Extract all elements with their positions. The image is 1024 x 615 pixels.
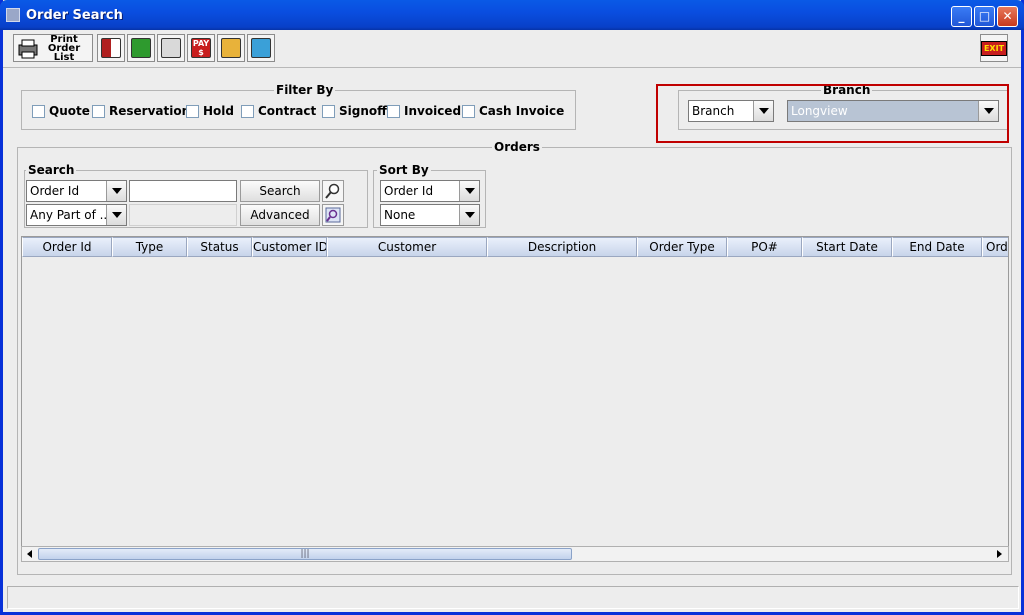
window-title: Order Search xyxy=(26,8,123,23)
column-header-po[interactable]: PO# xyxy=(727,237,802,257)
branch-highlight-box xyxy=(656,84,1009,143)
column-header-type[interactable]: Type xyxy=(112,237,187,257)
search-input[interactable] xyxy=(129,180,237,202)
column-header-description[interactable]: Description xyxy=(487,237,637,257)
maximize-button[interactable]: □ xyxy=(974,6,995,27)
chevron-down-icon[interactable] xyxy=(459,181,479,201)
column-header-status[interactable]: Status xyxy=(187,237,252,257)
main-content: Print Order List PAY $ EXIT Filter By Qu… xyxy=(3,30,1021,612)
order-search-window: Order Search _ □ ✕ Print Order List PAY … xyxy=(0,0,1024,615)
search-button[interactable]: Search xyxy=(240,180,320,202)
sort-secondary-select[interactable]: None xyxy=(380,204,480,226)
card-button[interactable] xyxy=(217,34,245,62)
toolbar: Print Order List PAY $ EXIT xyxy=(3,30,1021,68)
filter-invoiced-checkbox[interactable]: Invoiced xyxy=(387,104,461,118)
chevron-down-icon[interactable] xyxy=(106,205,126,225)
filter-cash-invoice-checkbox[interactable]: Cash Invoice xyxy=(462,104,564,118)
search-group: Search Order Id Any Part of ... Search A… xyxy=(24,163,368,228)
filter-quote-checkbox[interactable]: Quote xyxy=(32,104,90,118)
advanced-search-button[interactable] xyxy=(322,204,344,226)
title-bar[interactable]: Order Search _ □ ✕ xyxy=(0,0,1024,30)
arrow-right-icon xyxy=(997,550,1002,558)
refresh-icon xyxy=(251,38,271,58)
print-order-list-button[interactable]: Print Order List xyxy=(13,34,93,62)
close-button[interactable]: ✕ xyxy=(997,6,1018,27)
arrow-left-icon xyxy=(27,550,32,558)
scroll-left-button[interactable] xyxy=(23,547,37,561)
truck-button[interactable] xyxy=(97,34,125,62)
filter-reservation-checkbox[interactable]: Reservation xyxy=(92,104,190,118)
horizontal-scrollbar[interactable]: ||| xyxy=(21,546,1009,562)
checklist-icon xyxy=(131,38,151,58)
card-icon xyxy=(221,38,241,58)
filter-hold-checkbox[interactable]: Hold xyxy=(186,104,234,118)
table-header: Order Id Type Status Customer ID Custome… xyxy=(22,237,1008,257)
advanced-button[interactable]: Advanced xyxy=(240,204,320,226)
sort-by-group: Sort By Order Id None xyxy=(373,163,486,228)
search-field-select[interactable]: Order Id xyxy=(26,180,127,202)
exit-button[interactable]: EXIT xyxy=(980,34,1008,62)
chevron-down-icon[interactable] xyxy=(106,181,126,201)
column-header-customer-id[interactable]: Customer ID xyxy=(252,237,327,257)
filter-by-title: Filter By xyxy=(274,83,336,97)
column-header-customer[interactable]: Customer xyxy=(327,237,487,257)
column-header-start-date[interactable]: Start Date xyxy=(802,237,892,257)
minimize-button[interactable]: _ xyxy=(951,6,972,27)
search-secondary-input xyxy=(129,204,237,226)
sort-by-title: Sort By xyxy=(377,163,431,177)
app-icon xyxy=(6,8,20,22)
status-bar xyxy=(7,586,1019,609)
search-icon xyxy=(325,183,340,199)
sort-primary-select[interactable]: Order Id xyxy=(380,180,480,202)
print-icon xyxy=(18,39,38,59)
refresh-button[interactable] xyxy=(247,34,275,62)
orders-table[interactable]: Order Id Type Status Customer ID Custome… xyxy=(21,236,1009,562)
exit-icon: EXIT xyxy=(980,40,1008,56)
scroll-right-button[interactable] xyxy=(992,547,1006,561)
pay-button[interactable]: PAY $ xyxy=(187,34,215,62)
scroll-thumb[interactable]: ||| xyxy=(38,548,572,560)
search-title: Search xyxy=(26,163,77,177)
pay-icon: PAY $ xyxy=(191,38,211,58)
cash-register-icon xyxy=(161,38,181,58)
advanced-search-icon xyxy=(325,207,341,223)
column-header-order-id[interactable]: Order Id xyxy=(22,237,112,257)
cash-register-button[interactable] xyxy=(157,34,185,62)
filter-contract-checkbox[interactable]: Contract xyxy=(241,104,316,118)
print-label-line2: Order List xyxy=(47,42,81,63)
column-header-ord[interactable]: Ord xyxy=(982,237,1008,257)
search-match-select[interactable]: Any Part of ... xyxy=(26,204,127,226)
filter-signoff-checkbox[interactable]: Signoff xyxy=(322,104,387,118)
search-magnifier-button[interactable] xyxy=(322,180,344,202)
chevron-down-icon[interactable] xyxy=(459,205,479,225)
orders-title: Orders xyxy=(492,140,542,154)
column-header-order-type[interactable]: Order Type xyxy=(637,237,727,257)
checklist-button[interactable] xyxy=(127,34,155,62)
filter-by-group: Filter By Quote Reservation Hold Contrac… xyxy=(21,83,576,130)
truck-icon xyxy=(101,38,121,58)
column-header-end-date[interactable]: End Date xyxy=(892,237,982,257)
